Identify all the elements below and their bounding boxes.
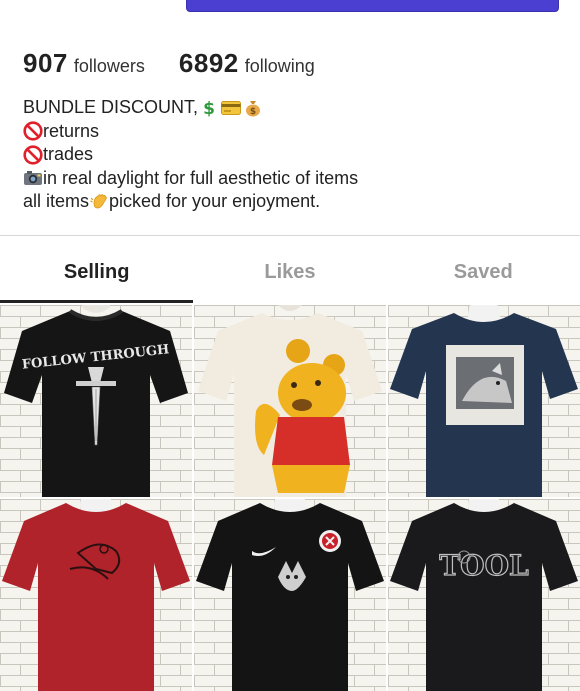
tab-label: Selling [63, 260, 130, 283]
prohibited-icon [23, 145, 43, 165]
svg-text:$: $ [203, 99, 215, 117]
bio-line: returns [23, 120, 358, 144]
bio-line: BUNDLE DISCOUNT, $ $ [23, 96, 358, 120]
active-tab-indicator [0, 300, 193, 303]
top-action-button[interactable] [186, 0, 559, 12]
listing-photo: TOOL [388, 499, 580, 691]
tab-label: Saved [453, 260, 513, 283]
waving-hand-icon [89, 193, 109, 211]
listing-tile[interactable] [194, 499, 386, 691]
prohibited-icon [23, 121, 43, 141]
listing-tile[interactable] [388, 305, 580, 497]
section-divider [0, 235, 580, 236]
bio-line: all items picked for your enjoyment. [23, 190, 358, 214]
listing-tile[interactable]: TOOL [388, 499, 580, 691]
listing-tile[interactable]: FOLLOW THROUGH [0, 305, 192, 497]
bio-text: trades [43, 144, 94, 164]
bio-text: in real daylight for full aesthetic of i… [43, 167, 359, 188]
shirt-graphic-text: TOOL [439, 549, 529, 582]
listing-photo [194, 499, 386, 691]
listing-tile[interactable] [194, 305, 386, 497]
listing-tile[interactable] [0, 499, 192, 691]
dollar-icon: $ [199, 99, 219, 117]
bio-line: trades [23, 143, 358, 167]
bio-text: BUNDLE DISCOUNT, [23, 97, 199, 117]
listing-photo [0, 499, 192, 691]
profile-bio: BUNDLE DISCOUNT, $ $ returns trades in r… [23, 96, 358, 214]
tab-selling[interactable]: Selling [0, 243, 193, 303]
svg-text:$: $ [250, 107, 256, 117]
tab-likes[interactable]: Likes [193, 243, 386, 301]
tab-saved[interactable]: Saved [387, 243, 580, 301]
profile-tabs: Selling Likes Saved [0, 243, 580, 303]
followers-count[interactable]: 907 [23, 48, 68, 79]
listing-photo [194, 305, 386, 497]
followers-label[interactable]: followers [74, 56, 145, 77]
bio-text: all items [23, 191, 90, 211]
money-bag-icon: $ [243, 99, 263, 117]
following-count[interactable]: 6892 [179, 48, 239, 79]
following-label[interactable]: following [245, 56, 315, 77]
listings-grid: FOLLOW THROUGH TOOL [0, 305, 580, 691]
bio-text: returns [43, 120, 100, 141]
listing-photo: FOLLOW THROUGH [0, 305, 192, 497]
camera-icon [23, 169, 43, 187]
credit-card-icon [221, 99, 242, 117]
tab-label: Likes [264, 260, 316, 283]
profile-stats: 907 followers 6892 following [23, 48, 315, 79]
listing-photo [388, 305, 580, 497]
bio-line: in real daylight for full aesthetic of i… [23, 167, 358, 191]
bio-text: picked for your enjoyment. [109, 191, 321, 211]
